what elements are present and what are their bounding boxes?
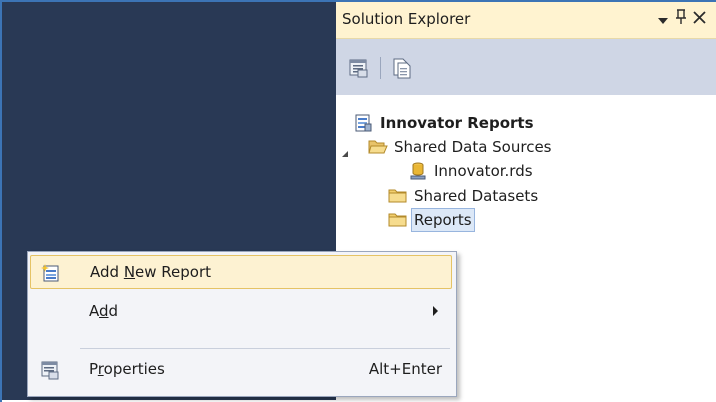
menu-shortcut: Alt+Enter <box>368 360 442 378</box>
datasource-file-label: Innovator.rds <box>434 162 533 180</box>
panel-title: Solution Explorer <box>342 10 471 28</box>
menu-separator <box>80 348 450 349</box>
expand-triangle-icon[interactable] <box>340 142 350 157</box>
show-all-files-icon[interactable] <box>390 57 412 79</box>
report-project-icon <box>354 114 372 132</box>
pin-icon[interactable] <box>675 9 687 29</box>
shared-datasets-label: Shared Datasets <box>414 187 539 205</box>
panel-header: Solution Explorer <box>336 2 716 39</box>
toolbar-separator <box>380 57 381 79</box>
menu-label: Add New Report <box>90 263 212 281</box>
solution-explorer-toolbar <box>336 39 716 95</box>
menu-item-add-new-report[interactable]: Add New Report <box>30 255 452 289</box>
menu-label: Properties <box>89 360 165 378</box>
new-report-icon <box>41 263 61 283</box>
close-icon[interactable] <box>693 10 706 28</box>
menu-item-properties[interactable]: Properties Alt+Enter <box>30 353 452 387</box>
menu-label: Add <box>89 302 119 320</box>
open-folder-icon <box>368 138 388 156</box>
submenu-arrow-icon <box>433 306 438 316</box>
project-label: Innovator Reports <box>380 114 534 132</box>
folder-icon <box>388 211 407 229</box>
folder-icon <box>388 187 407 205</box>
reports-label: Reports <box>411 208 475 232</box>
shared-data-sources-label: Shared Data Sources <box>394 138 552 156</box>
data-source-icon <box>410 162 428 180</box>
context-menu: Add New Report Add Properties Alt+Enter <box>27 251 457 397</box>
menu-item-add[interactable]: Add <box>30 295 452 329</box>
dropdown-arrow-icon[interactable] <box>658 12 668 30</box>
properties-icon <box>40 360 60 380</box>
properties-icon[interactable] <box>348 57 370 79</box>
